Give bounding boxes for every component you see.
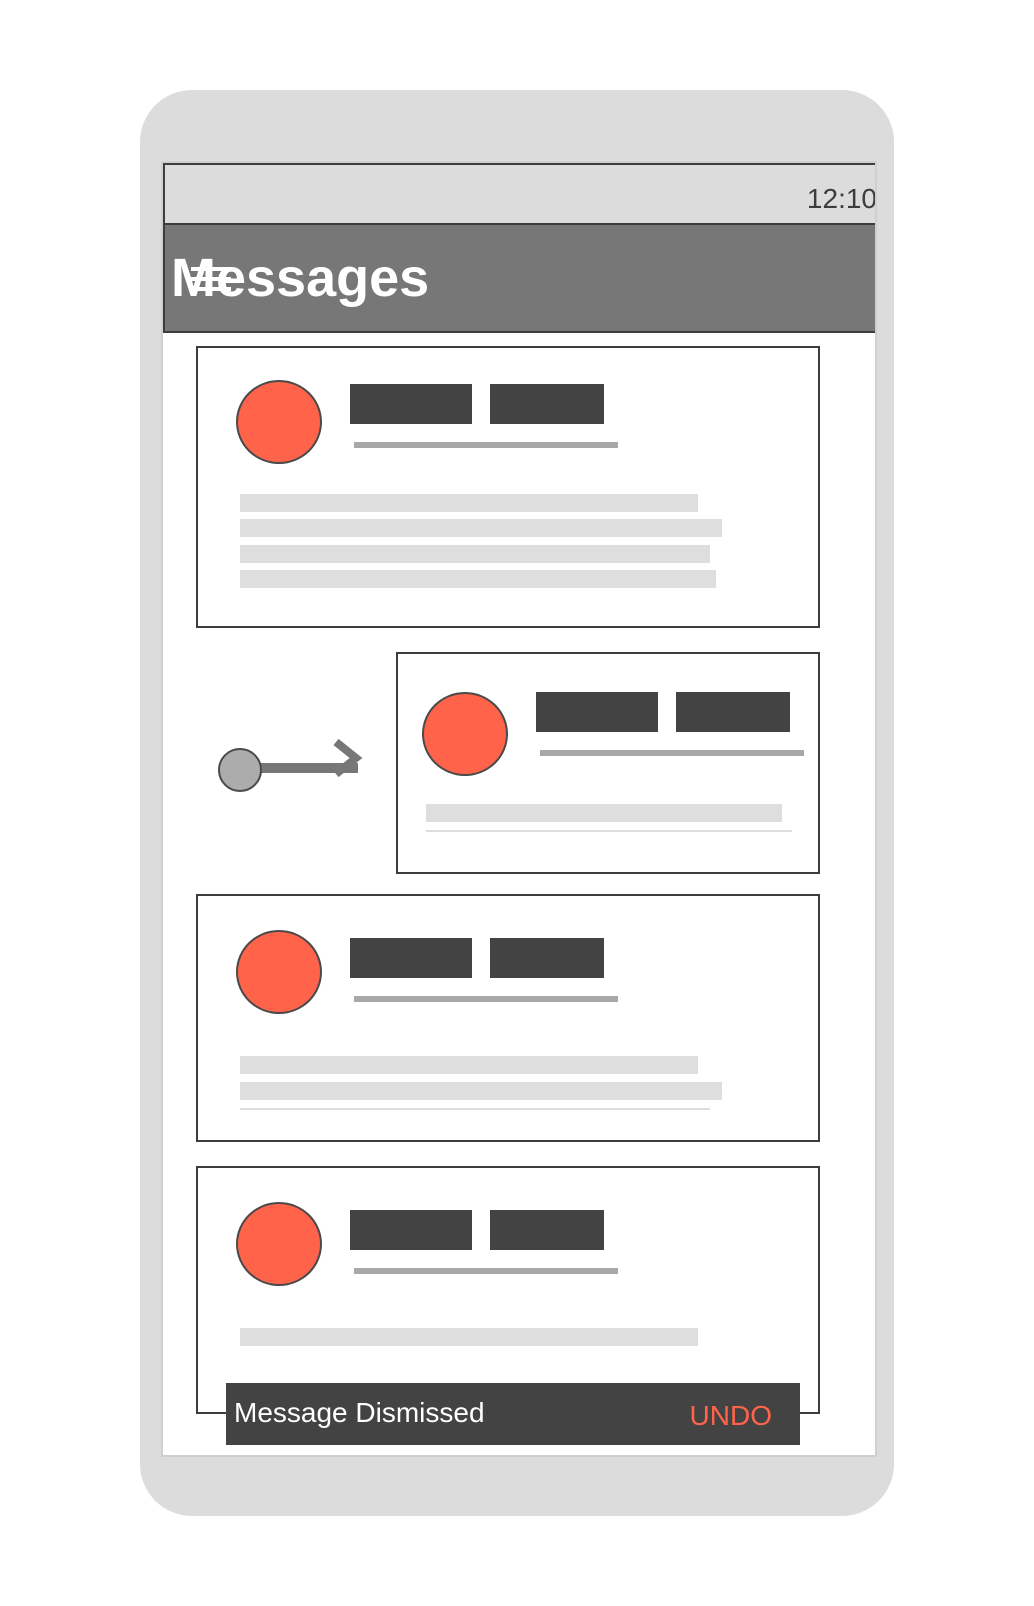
- preview-line: [240, 545, 710, 563]
- message-card[interactable]: [196, 346, 820, 628]
- sender-meta-placeholder: [676, 692, 790, 732]
- subject-placeholder: [354, 996, 618, 1002]
- avatar: [236, 380, 322, 464]
- preview-line: [240, 1056, 698, 1074]
- swipe-touch-point: [218, 748, 262, 792]
- subject-placeholder: [354, 1268, 618, 1274]
- preview-line: [426, 830, 792, 832]
- sender-name-placeholder: [350, 384, 472, 424]
- status-bar: 12:10: [163, 163, 877, 225]
- sender-meta-placeholder: [490, 384, 604, 424]
- snackbar-message: Message Dismissed: [234, 1397, 485, 1428]
- app-bar: Messages: [163, 223, 875, 333]
- page-title: Messages: [171, 248, 430, 308]
- preview-line: [240, 570, 716, 588]
- preview-line: [240, 519, 722, 537]
- avatar: [236, 930, 322, 1014]
- avatar: [422, 692, 508, 776]
- message-card-swiping[interactable]: [396, 652, 820, 874]
- preview-line: [240, 1328, 698, 1346]
- avatar: [236, 1202, 322, 1286]
- snackbar: Message Dismissed UNDO: [226, 1383, 800, 1445]
- message-card[interactable]: [196, 894, 820, 1142]
- sender-name-placeholder: [350, 938, 472, 978]
- message-card[interactable]: [196, 1166, 820, 1414]
- subject-placeholder: [354, 442, 618, 448]
- preview-line: [426, 804, 782, 822]
- sender-name-placeholder: [350, 1210, 472, 1250]
- subject-placeholder: [540, 750, 804, 756]
- preview-line: [240, 1108, 710, 1110]
- sender-meta-placeholder: [490, 1210, 604, 1250]
- sender-meta-placeholder: [490, 938, 604, 978]
- undo-button[interactable]: UNDO: [690, 1400, 772, 1432]
- sender-name-placeholder: [536, 692, 658, 732]
- preview-line: [240, 1082, 722, 1100]
- preview-line: [240, 494, 698, 512]
- status-time: 12:10: [806, 183, 877, 214]
- swipe-right-icon: [333, 738, 363, 778]
